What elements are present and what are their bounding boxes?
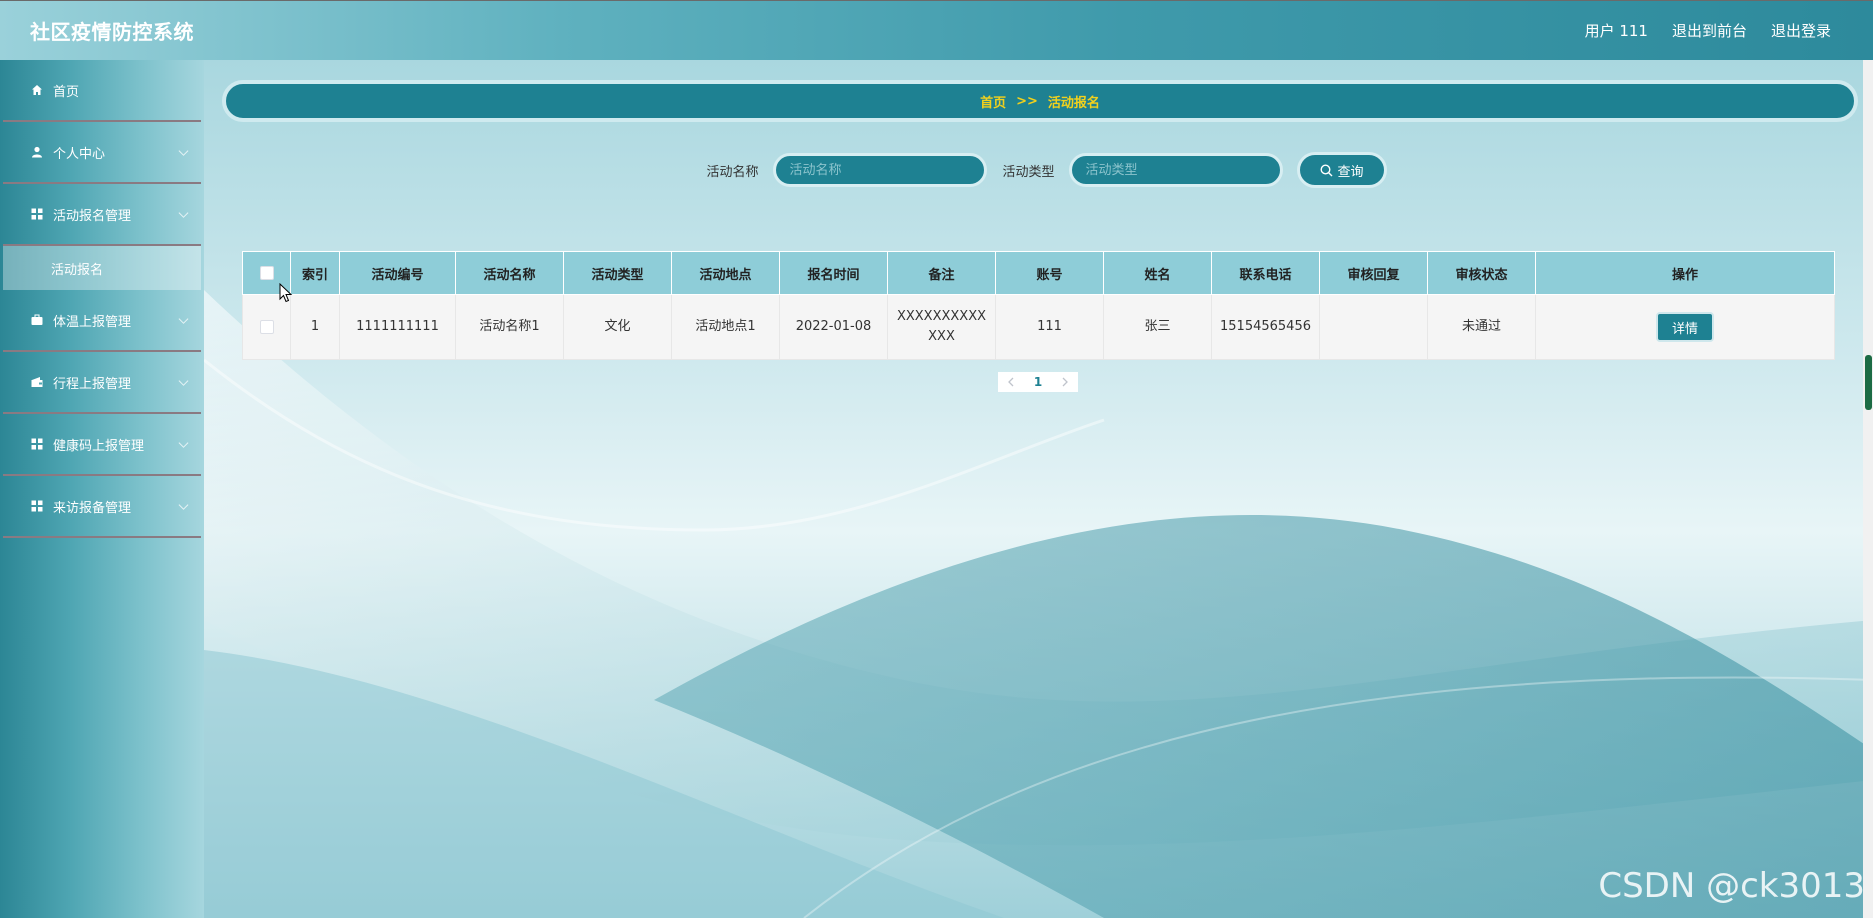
grid-icon <box>30 437 44 451</box>
watermark: CSDN @ck3013 <box>1598 866 1865 906</box>
chevron-down-icon <box>178 438 189 448</box>
sidebar-item-label: 首页 <box>53 84 80 100</box>
breadcrumb-separator: >> <box>1016 93 1038 109</box>
cell-activity-type: 文化 <box>563 294 672 360</box>
chevron-right-icon <box>1062 377 1068 387</box>
chevron-down-icon <box>178 500 189 510</box>
prev-page-button[interactable] <box>998 372 1024 392</box>
search-button-label: 查询 <box>1337 164 1364 180</box>
breadcrumb-home-link[interactable]: 首页 <box>980 92 1006 111</box>
user-icon <box>30 145 44 159</box>
page: 社区疫情防控系统 用户 111 退出到前台 退出登录 首页 个人中心 活动报名管… <box>0 0 1873 918</box>
grid-icon <box>30 207 44 221</box>
cell-activity-name: 活动名称1 <box>455 294 564 360</box>
search-icon <box>1319 163 1332 176</box>
sidebar-item-visitor-report[interactable]: 来访报备管理 <box>3 476 201 538</box>
sidebar-item-temperature-report[interactable]: 体温上报管理 <box>3 290 201 352</box>
column-header: 活动类型 <box>563 251 672 295</box>
column-header: 活动名称 <box>455 251 564 295</box>
chevron-down-icon <box>178 146 189 156</box>
column-header: 活动地点 <box>671 251 780 295</box>
cell-actions: 详情 <box>1535 294 1835 360</box>
column-header: 姓名 <box>1103 251 1212 295</box>
sidebar-item-home[interactable]: 首页 <box>3 60 201 122</box>
sidebar-item-activity-registration[interactable]: 活动报名管理 <box>3 184 201 246</box>
search-bar: 活动名称 活动类型 查询 <box>204 152 1873 188</box>
activity-table: 索引 活动编号 活动名称 活动类型 活动地点 报名时间 备注 账号 姓名 联系电… <box>242 251 1835 360</box>
row-checkbox[interactable] <box>259 319 274 334</box>
exit-to-front-link[interactable]: 退出到前台 <box>1672 20 1747 41</box>
top-header: 社区疫情防控系统 用户 111 退出到前台 退出登录 <box>0 0 1873 60</box>
breadcrumb-current: 活动报名 <box>1047 95 1100 111</box>
column-header: 活动编号 <box>339 251 456 295</box>
search-button[interactable]: 查询 <box>1296 152 1387 188</box>
cell-person-name: 张三 <box>1103 294 1212 360</box>
table-header-row: 索引 活动编号 活动名称 活动类型 活动地点 报名时间 备注 账号 姓名 联系电… <box>242 251 1835 295</box>
detail-button[interactable]: 详情 <box>1656 312 1714 342</box>
header-actions: 用户 111 退出到前台 退出登录 <box>1585 20 1831 41</box>
mouse-cursor-icon <box>279 283 293 303</box>
page-number[interactable]: 1 <box>1024 372 1052 392</box>
sidebar: 首页 个人中心 活动报名管理 活动报名 体温上报管理 行程上报管理 健康码上报管… <box>0 60 204 918</box>
activity-name-label: 活动名称 <box>706 164 759 180</box>
next-page-button[interactable] <box>1052 372 1078 392</box>
cell-signup-time: 2022-01-08 <box>779 294 888 360</box>
cell-review-reply <box>1319 294 1428 360</box>
chevron-down-icon <box>178 208 189 218</box>
column-header: 审核回复 <box>1319 251 1428 295</box>
column-header: 联系电话 <box>1211 251 1320 295</box>
chevron-down-icon <box>178 314 189 324</box>
column-header: 报名时间 <box>779 251 888 295</box>
app-title: 社区疫情防控系统 <box>30 20 194 44</box>
table-row: 1 1111111111 活动名称1 文化 活动地点1 2022-01-08 X… <box>242 294 1835 360</box>
background-wave <box>204 290 1873 918</box>
activity-type-input[interactable] <box>1068 153 1283 187</box>
grid-icon <box>30 499 44 513</box>
sidebar-item-label: 来访报备管理 <box>53 500 132 516</box>
sidebar-item-label: 行程上报管理 <box>53 376 132 392</box>
pagination: 1 <box>998 372 1078 392</box>
main-content: 首页 >> 活动报名 活动名称 活动类型 查询 <box>204 60 1873 918</box>
column-header: 审核状态 <box>1427 251 1536 295</box>
cell-phone: 15154565456 <box>1211 294 1320 360</box>
chevron-left-icon <box>1008 377 1014 387</box>
sidebar-subitem-activity-signup[interactable]: 活动报名 <box>3 246 201 290</box>
cell-account: 111 <box>995 294 1104 360</box>
cell-index: 1 <box>290 294 340 360</box>
column-header: 账号 <box>995 251 1104 295</box>
home-icon <box>30 83 44 97</box>
scrollbar-thumb[interactable] <box>1865 355 1872 410</box>
column-header: 备注 <box>887 251 996 295</box>
column-header: 索引 <box>290 251 340 295</box>
sidebar-item-health-code-report[interactable]: 健康码上报管理 <box>3 414 201 476</box>
chevron-down-icon <box>178 376 189 386</box>
activity-name-input[interactable] <box>772 153 987 187</box>
sidebar-item-label: 活动报名管理 <box>53 208 132 224</box>
breadcrumb: 首页 >> 活动报名 <box>222 80 1858 122</box>
cell-activity-code: 1111111111 <box>339 294 456 360</box>
sidebar-item-personal-center[interactable]: 个人中心 <box>3 122 201 184</box>
row-select-cell[interactable] <box>242 294 291 360</box>
cell-activity-place: 活动地点1 <box>671 294 780 360</box>
select-all-checkbox[interactable] <box>259 266 274 280</box>
page-scrollbar[interactable] <box>1863 60 1873 918</box>
logout-link[interactable]: 退出登录 <box>1771 20 1831 41</box>
sidebar-item-label: 个人中心 <box>53 146 106 162</box>
cell-review-status: 未通过 <box>1427 294 1536 360</box>
cell-remark: XXXXXXXXXXXXX <box>887 294 996 360</box>
sidebar-item-label: 健康码上报管理 <box>53 438 145 454</box>
user-name: 用户 111 <box>1584 22 1648 40</box>
column-header: 操作 <box>1535 251 1835 295</box>
sidebar-item-itinerary-report[interactable]: 行程上报管理 <box>3 352 201 414</box>
briefcase-icon <box>30 313 44 327</box>
wallet-icon <box>30 375 44 389</box>
sidebar-item-label: 体温上报管理 <box>53 314 132 330</box>
activity-type-label: 活动类型 <box>1002 164 1055 180</box>
